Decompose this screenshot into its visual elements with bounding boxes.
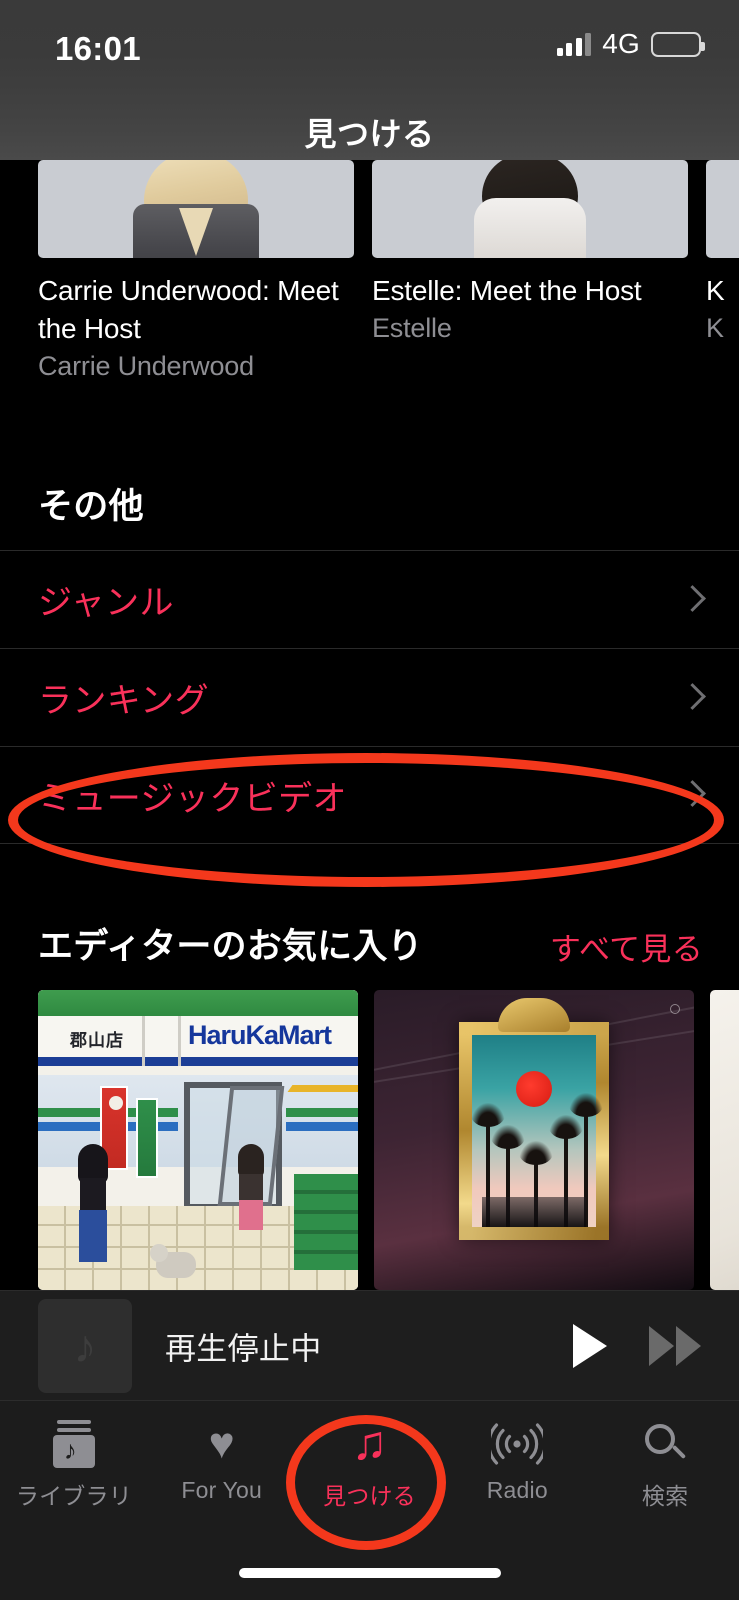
music-note-icon: ♪ [38, 1299, 132, 1393]
list-item-label: ミュージックビデオ [38, 779, 347, 818]
music-note-icon: ♫ [351, 1417, 388, 1470]
status-bar: 16:01 4G [0, 0, 739, 92]
chevron-right-icon [683, 587, 699, 613]
video-title: Estelle: Meet the Host [372, 275, 642, 306]
page-title: 見つける [304, 116, 435, 152]
list-item-genres[interactable]: ジャンル [0, 550, 739, 648]
battery-full-icon [651, 31, 705, 57]
album-carousel[interactable]: 郡山店 HaruKaMart [0, 990, 739, 1290]
album-card[interactable] [374, 990, 694, 1290]
tab-bar: ライブラリ ♥ For You ♫ 見つける [0, 1400, 739, 1600]
video-artist: Estelle [372, 313, 452, 343]
tab-label: ライブラリ [15, 1483, 132, 1509]
video-thumbnail [706, 160, 739, 258]
tab-label: Radio [486, 1477, 548, 1503]
video-card[interactable]: Carrie Underwood: Meet the Host Carrie U… [38, 160, 354, 385]
video-thumbnail [372, 160, 688, 258]
tab-label: 検索 [641, 1483, 689, 1509]
tab-radio[interactable]: Radio [443, 1401, 591, 1529]
tab-library[interactable]: ライブラリ [0, 1401, 148, 1529]
now-playing-status: 再生停止中 [165, 1331, 322, 1366]
list-item-label: ジャンル [38, 584, 174, 622]
album-art-brand-label: HaruKaMart [188, 1020, 332, 1050]
video-title: K [706, 275, 725, 306]
radio-waves-icon [491, 1417, 544, 1471]
phone-screen: 16:01 4G 見つける Carrie Underwood: Meet the… [0, 0, 739, 1600]
fast-forward-icon[interactable] [649, 1325, 703, 1366]
other-list: ジャンル ランキング ミュージックビデオ [0, 550, 739, 844]
heart-icon: ♥ [208, 1419, 235, 1468]
section-heading-other: その他 [38, 487, 144, 526]
video-artist: K [706, 313, 724, 343]
video-card[interactable]: Estelle: Meet the Host Estelle [372, 160, 688, 347]
tab-label: 見つける [323, 1483, 416, 1509]
tab-label: For You [181, 1477, 263, 1503]
album-art-store-label: 郡山店 [70, 1031, 124, 1050]
chevron-right-icon [683, 685, 699, 711]
scroll-content[interactable]: Carrie Underwood: Meet the Host Carrie U… [0, 160, 739, 1290]
chevron-right-icon [683, 782, 699, 808]
album-card[interactable] [710, 990, 739, 1290]
search-icon [643, 1417, 687, 1471]
play-icon[interactable] [573, 1323, 607, 1368]
list-item-music-videos[interactable]: ミュージックビデオ [0, 746, 739, 844]
tab-for-you[interactable]: ♥ For You [148, 1401, 296, 1529]
video-carousel[interactable]: Carrie Underwood: Meet the Host Carrie U… [0, 160, 739, 390]
mini-player[interactable]: ♪ 再生停止中 [0, 1290, 739, 1400]
video-card[interactable]: K K [706, 160, 739, 347]
video-thumbnail [38, 160, 354, 258]
signal-bars-icon [556, 32, 592, 56]
home-indicator [238, 1568, 501, 1578]
see-all-link[interactable]: すべて見る [550, 924, 703, 969]
list-item-charts[interactable]: ランキング [0, 648, 739, 746]
status-time: 16:01 [55, 30, 141, 67]
navigation-bar: 見つける [0, 92, 739, 160]
network-type-label: 4G [602, 28, 640, 59]
tab-search[interactable]: 検索 [591, 1401, 739, 1529]
album-card[interactable]: 郡山店 HaruKaMart [38, 990, 358, 1290]
list-item-label: ランキング [38, 682, 209, 720]
video-artist: Carrie Underwood [38, 351, 254, 381]
video-title: Carrie Underwood: Meet the Host [38, 275, 339, 344]
status-indicators: 4G [556, 28, 705, 60]
section-heading-editor-favorites: エディターのお気に入り [38, 927, 423, 966]
explicit-badge-icon [670, 1004, 680, 1014]
tab-discover[interactable]: ♫ 見つける [296, 1401, 444, 1529]
library-icon [52, 1417, 95, 1471]
